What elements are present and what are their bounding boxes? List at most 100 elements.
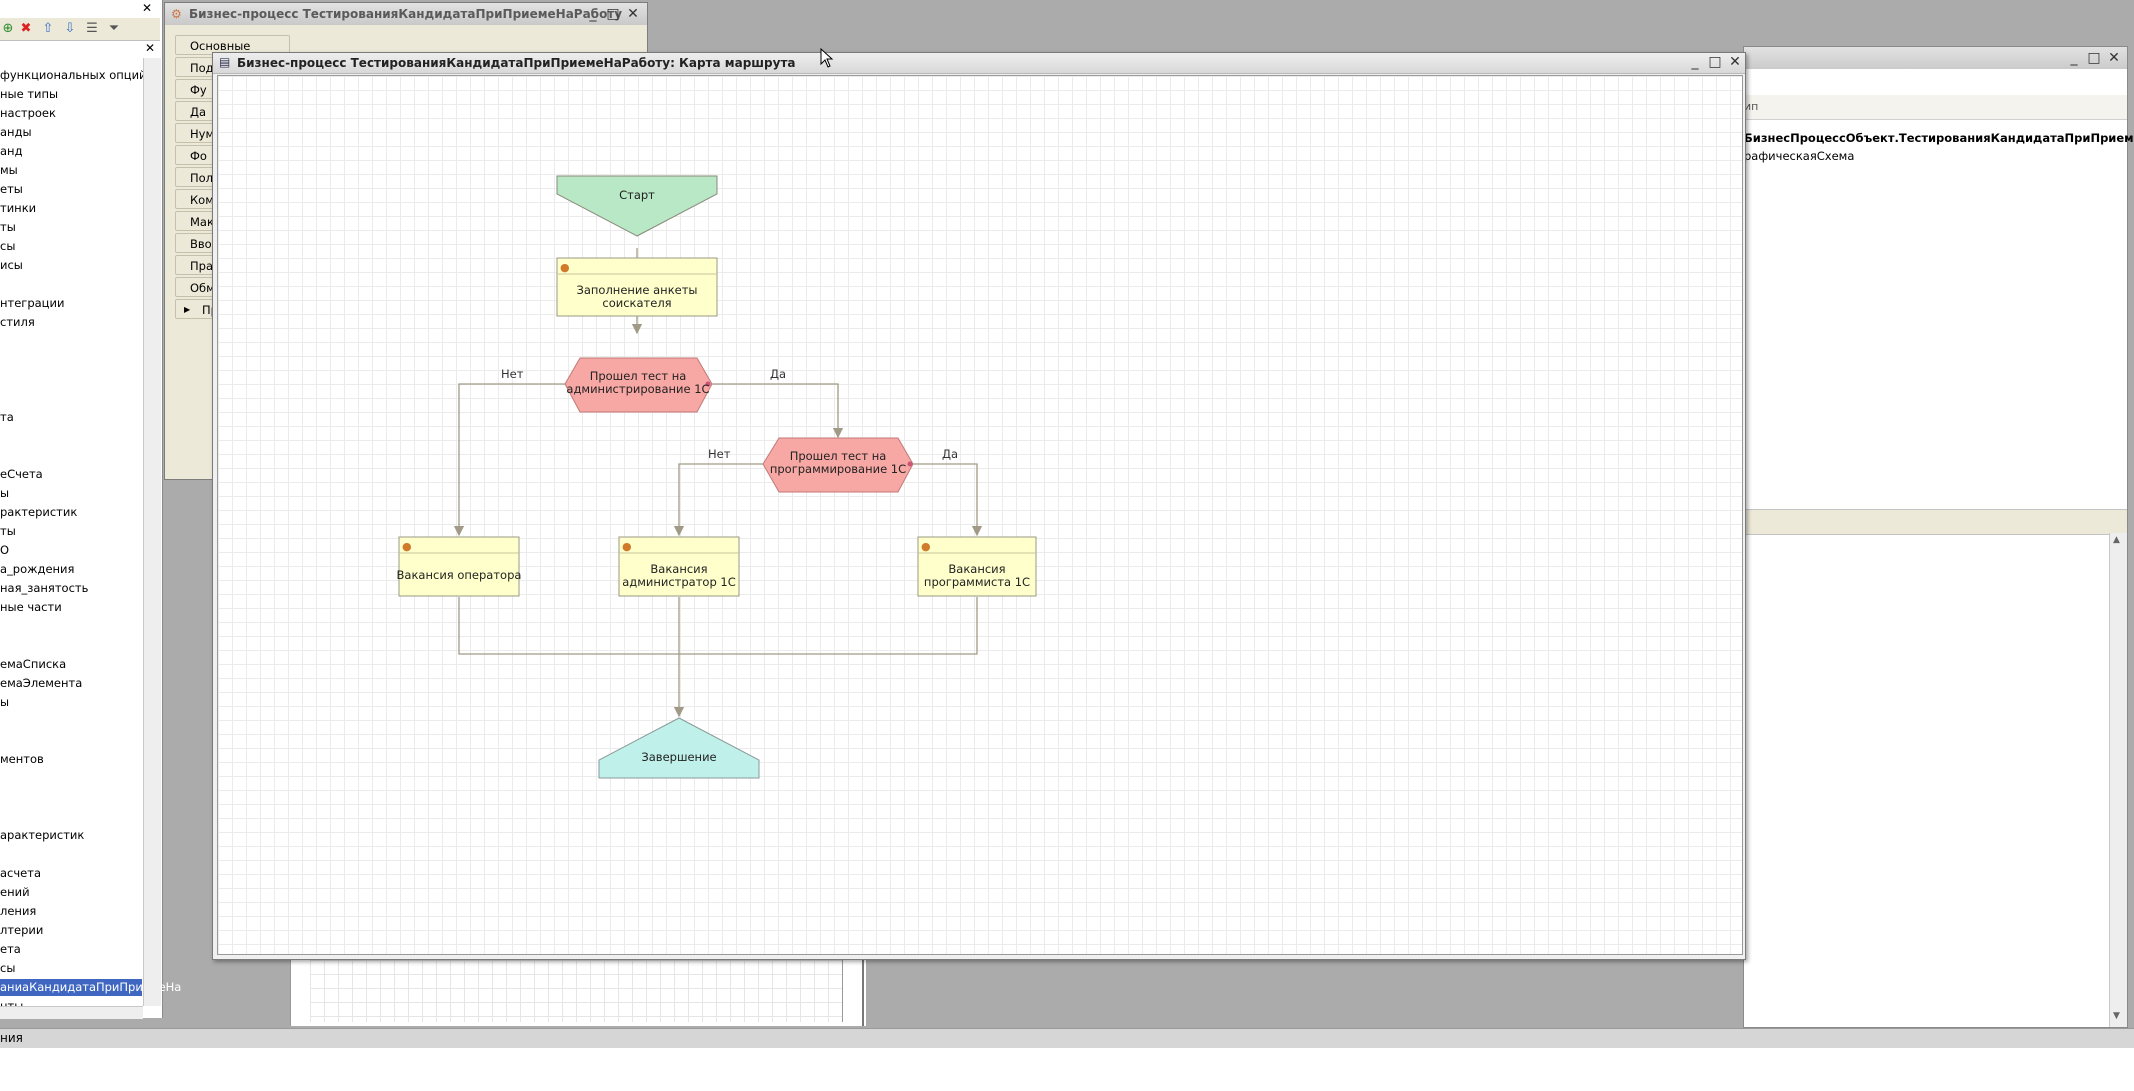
task-admin-line2: администратор 1С (622, 575, 736, 589)
condition-prog-line1: Прошел тест на (790, 449, 887, 463)
tree-item[interactable]: сы (0, 960, 15, 977)
type-column-header[interactable]: ип (1744, 95, 2127, 120)
condition-prog-line2: программирование 1С (770, 462, 906, 476)
task-admin-line1: Вакансия (650, 562, 707, 576)
tree-item[interactable]: ные типы (0, 86, 58, 103)
tree-item[interactable]: ты (0, 219, 16, 236)
scroll-down-icon[interactable]: ▼ (2113, 1011, 2120, 1021)
status-bar (0, 1028, 2134, 1049)
scroll-up-icon[interactable]: ▲ (2113, 535, 2120, 545)
add-icon[interactable]: ⊕ (0, 21, 16, 37)
tree-close-icon[interactable]: ✕ (145, 42, 157, 54)
pane-divider[interactable] (862, 960, 864, 1026)
tree-item[interactable]: функциональных опций (0, 67, 147, 84)
tree-item[interactable]: арактеристик (0, 827, 84, 844)
task-operator-vacancy[interactable]: ● Вакансия оператора (397, 536, 522, 597)
tree-item[interactable]: настроек (0, 105, 56, 122)
tree-item[interactable]: асчета (0, 865, 41, 882)
task-admin-vacancy[interactable]: ● Вакансия администратор 1С (618, 536, 740, 597)
properties-separator (1744, 509, 2127, 535)
maximize-icon[interactable]: □ (605, 7, 621, 21)
tree-vertical-scrollbar[interactable] (143, 58, 161, 1006)
edge-prog-yes (913, 463, 983, 537)
properties-window: _ □ ✕ ип БизнесПроцессОбъект.Тестировани… (1743, 46, 2134, 1028)
tree-item[interactable]: рактеристик (0, 504, 77, 521)
filter-icon[interactable]: ⏷ (106, 21, 122, 37)
finish-node[interactable]: Завершение (598, 717, 760, 779)
task-fill-form[interactable]: ● Заполнение анкеты соискателя (556, 257, 718, 317)
properties-scrollbar[interactable]: ▲ ▼ (2109, 533, 2127, 1027)
finish-shape (598, 717, 760, 779)
lower-grid-canvas (310, 960, 843, 1022)
minimize-icon[interactable]: _ (2066, 51, 2082, 65)
tree-item[interactable]: анд (0, 143, 23, 160)
close-icon[interactable]: ✕ (2106, 51, 2122, 65)
tree-item[interactable]: сы (0, 238, 15, 255)
maximize-icon[interactable]: □ (1707, 55, 1723, 69)
task-operator-label: Вакансия оператора (397, 568, 522, 582)
tree-item[interactable]: ета (0, 941, 21, 958)
type-row-object[interactable]: БизнесПроцессОбъект.ТестированияКандидат… (1744, 131, 2134, 145)
tree-item[interactable]: та (0, 409, 14, 426)
tree-item[interactable]: ная_занятость (0, 580, 88, 597)
move-down-icon[interactable]: ⇩ (62, 21, 78, 37)
task-prog-vacancy[interactable]: ● Вакансия программиста 1С (917, 536, 1037, 597)
task-fill-form-line2: соискателя (602, 296, 671, 310)
route-map-canvas[interactable]: Нет Да Нет Да Старт ● Заполнение анкеты … (217, 75, 1743, 955)
minimize-icon[interactable]: _ (1687, 55, 1703, 69)
task-prog-line2: программиста 1С (924, 575, 1030, 589)
route-map-icon: ▤ (219, 55, 231, 69)
edge-operator-merge (458, 597, 978, 655)
condition-prog-test[interactable]: Прошел тест на программирование 1С (762, 437, 914, 493)
tree-item[interactable]: ления (0, 903, 36, 920)
tree-item[interactable]: О (0, 542, 9, 559)
tree-item[interactable]: ы (0, 694, 9, 711)
finish-label: Завершение (641, 750, 716, 764)
tree-item[interactable]: емаЭлемента (0, 675, 82, 692)
tree-item[interactable]: исы (0, 257, 23, 274)
route-map-titlebar[interactable]: ▤ Бизнес-процесс ТестированияКандидатаПр… (213, 53, 1745, 74)
close-icon[interactable]: ✕ (625, 7, 641, 21)
tree-item[interactable]: а_рождения (0, 561, 74, 578)
edge-label-admin-no: Нет (501, 367, 524, 381)
user-icon: ● (622, 540, 632, 553)
tree-item[interactable]: ы (0, 485, 9, 502)
tree-item[interactable]: аниаКандидатаПриПриемеНа (0, 979, 181, 996)
start-node[interactable]: Старт (556, 175, 718, 237)
properties-titlebar[interactable]: _ □ ✕ (1744, 47, 2127, 69)
tree-item[interactable]: ментов (0, 751, 44, 768)
tree-item[interactable]: мы (0, 162, 18, 179)
tree-item[interactable]: лтерии (0, 922, 43, 939)
edge-label-admin-yes: Да (770, 367, 786, 381)
type-row-schema[interactable]: рафическаяСхема (1744, 149, 1854, 163)
tree-item[interactable]: емаСписка (0, 656, 66, 673)
tree-item[interactable]: стиля (0, 314, 35, 331)
edge-admin-yes (712, 383, 844, 439)
condition-admin-test[interactable]: Прошел тест на администрирование 1С (564, 357, 713, 413)
delete-icon[interactable]: ✖ (18, 21, 34, 37)
move-up-icon[interactable]: ⇧ (40, 21, 56, 37)
tree-item[interactable]: ты (0, 523, 16, 540)
flowchart: Нет Да Нет Да Старт ● Заполнение анкеты … (397, 175, 1037, 779)
tree-item[interactable]: еСчета (0, 466, 43, 483)
sort-icon[interactable]: ☰ (84, 21, 100, 37)
maximize-icon[interactable]: □ (2086, 51, 2102, 65)
tree-item[interactable]: ные части (0, 599, 62, 616)
tree-item[interactable]: еты (0, 181, 23, 198)
tree-item[interactable]: ений (0, 884, 30, 901)
route-map-window: ▤ Бизнес-процесс ТестированияКандидатаПр… (212, 52, 1746, 960)
task-fill-form-line1: Заполнение анкеты (576, 283, 697, 297)
metadata-tree-panel: ⊕ ✖ ⇧ ⇩ ☰ ⏷ ✕ ✕ функциональных опций ные … (0, 0, 181, 1019)
minimize-icon[interactable]: _ (585, 7, 601, 21)
user-icon: ● (560, 261, 570, 274)
tree-item[interactable]: анды (0, 124, 32, 141)
task-prog-line1: Вакансия (948, 562, 1005, 576)
object-editor-titlebar[interactable]: ⚙ Бизнес-процесс ТестированияКандидатаПр… (165, 3, 647, 25)
user-icon: ● (921, 540, 931, 553)
status-text: ния (0, 1031, 23, 1045)
close-icon[interactable]: ✕ (1727, 55, 1743, 69)
close-icon[interactable]: ✕ (142, 1, 152, 15)
tree-item[interactable]: нтеграции (0, 295, 64, 312)
tree-item[interactable]: тинки (0, 200, 36, 217)
tree-horizontal-scrollbar[interactable] (0, 1006, 143, 1019)
